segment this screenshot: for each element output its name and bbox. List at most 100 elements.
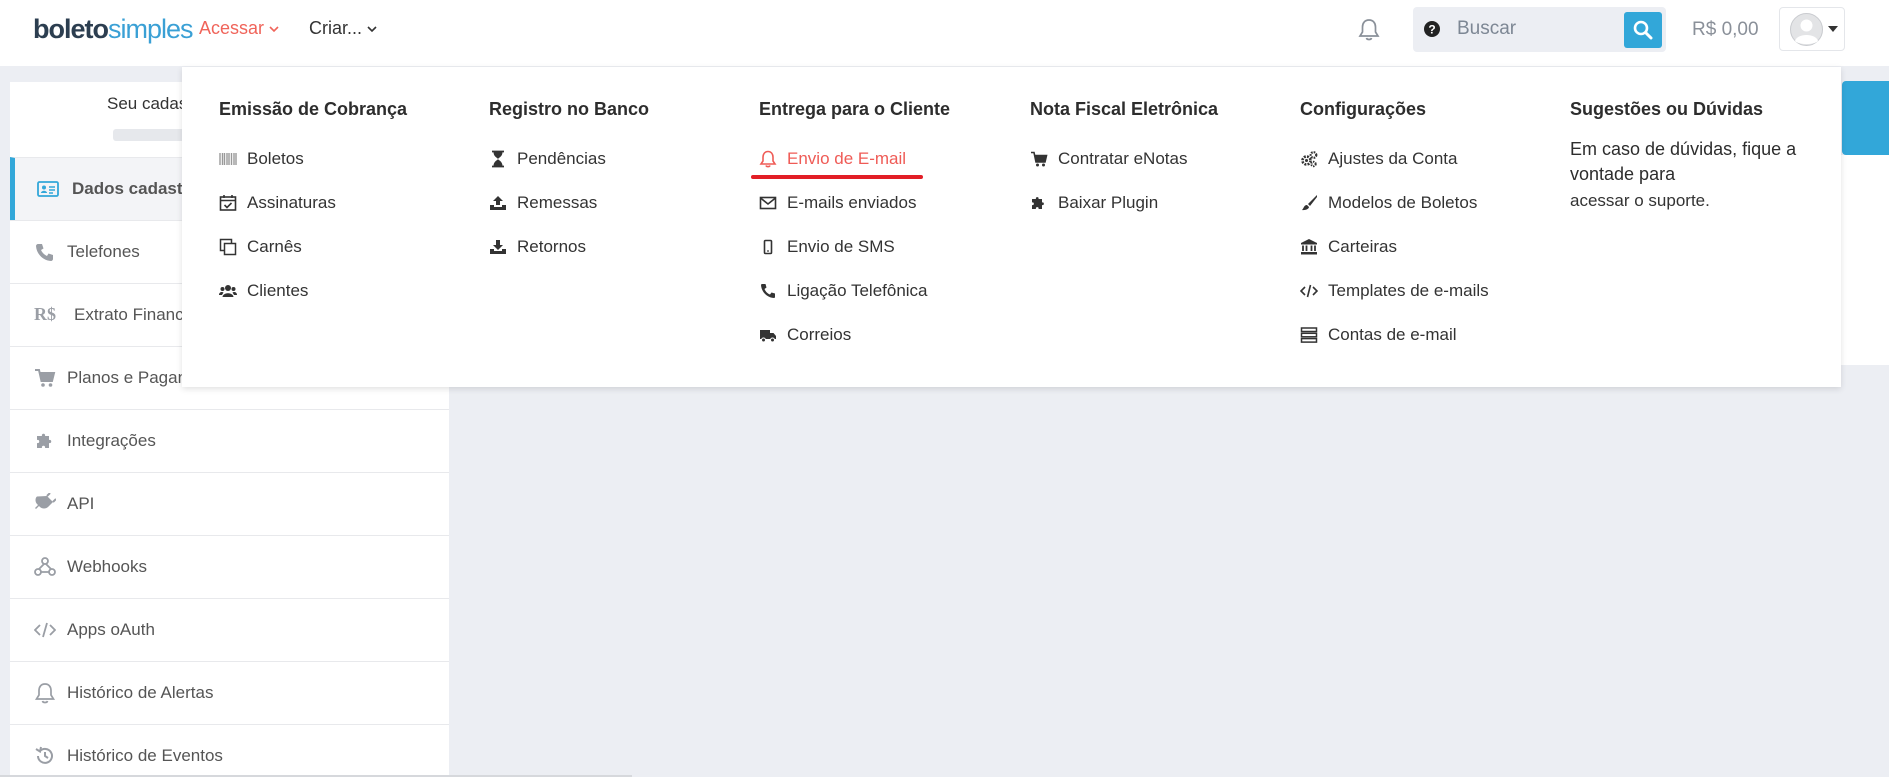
logo[interactable]: boletosimples	[33, 14, 194, 45]
bell-icon	[34, 683, 56, 704]
menu-column-title: Emissão de Cobrança	[219, 99, 408, 119]
right-panel	[1841, 155, 1889, 365]
mobile-icon	[763, 239, 773, 255]
sidebar-item-label: Telefones	[67, 242, 140, 261]
menu-item-ligacao-telefonica[interactable]: Ligação Telefônica	[759, 269, 1019, 313]
top-bar: boletosimples Acessar Criar... ? R$ 0,00	[0, 0, 1889, 67]
menu-item-label: Ajustes da Conta	[1328, 149, 1458, 168]
menu-item-remessas[interactable]: Remessas	[489, 181, 749, 225]
copy-icon	[219, 238, 237, 256]
phone-icon	[761, 284, 775, 298]
server-icon	[1300, 327, 1318, 343]
sidebar-item-label: API	[67, 494, 95, 513]
menu-item-baixar-plugin[interactable]: Baixar Plugin	[1030, 181, 1290, 225]
menu-item-label: Modelos de Boletos	[1328, 193, 1478, 212]
menu-column-configuracoes: Configurações Ajustes da Conta Modelos d…	[1300, 99, 1560, 357]
menu-item-templates-emails[interactable]: Templates de e-mails	[1300, 269, 1560, 313]
users-icon	[219, 285, 237, 297]
sidebar-item-apps-oauth[interactable]: Apps oAuth	[10, 598, 449, 661]
acessar-dropdown-menu: Emissão de Cobrança Boletos Assinaturas …	[182, 67, 1841, 387]
sidebar-item-historico-eventos[interactable]: Histórico de Eventos	[10, 724, 449, 777]
menu-item-label: Carnês	[247, 237, 302, 256]
user-menu[interactable]	[1779, 7, 1845, 51]
menu-item-label: Clientes	[247, 281, 309, 300]
profile-progress-bar	[113, 129, 193, 141]
menu-item-envio-sms[interactable]: Envio de SMS	[759, 225, 1019, 269]
sidebar-item-webhooks[interactable]: Webhooks	[10, 535, 449, 598]
menu-item-label: Baixar Plugin	[1058, 193, 1159, 212]
sidebar-item-label: Dados cadast	[72, 179, 183, 198]
chevron-down-icon	[367, 25, 377, 32]
criar-label: Criar...	[309, 18, 363, 38]
menu-item-retornos[interactable]: Retornos	[489, 225, 749, 269]
sidebar-item-label: Planos e Pagan	[67, 368, 188, 387]
sidebar-item-api[interactable]: API	[10, 472, 449, 535]
code-icon	[1300, 284, 1318, 298]
menu-item-boletos[interactable]: Boletos	[219, 137, 479, 181]
gears-icon	[1301, 151, 1318, 168]
barcode-icon	[219, 153, 237, 165]
acessar-menu[interactable]: Acessar	[199, 18, 279, 39]
sidebar-item-label: Extrato Financ	[74, 305, 184, 324]
menu-column-title: Nota Fiscal Eletrônica	[1030, 99, 1219, 119]
logo-bold: boleto	[33, 14, 109, 44]
menu-item-carteiras[interactable]: Carteiras	[1300, 225, 1560, 269]
notifications-bell-icon[interactable]	[1358, 18, 1380, 42]
puzzle-icon	[1032, 197, 1044, 209]
sidebar-item-integracoes[interactable]: Integrações	[10, 409, 449, 472]
menu-column-sugestoes: Sugestões ou Dúvidas Em caso de dúvidas,…	[1570, 99, 1820, 211]
menu-item-emails-enviados[interactable]: E-mails enviados	[759, 181, 1019, 225]
search-box: ?	[1413, 7, 1666, 52]
search-input[interactable]	[1457, 13, 1617, 45]
menu-item-contratar-enotas[interactable]: Contratar eNotas	[1030, 137, 1290, 181]
calendar-check-icon	[219, 195, 237, 211]
phone-icon	[36, 244, 53, 261]
history-icon	[35, 746, 53, 764]
help-text: Em caso de dúvidas, fique a vontade para	[1570, 139, 1797, 184]
side-action-button[interactable]	[1842, 81, 1889, 155]
cart-icon	[35, 369, 56, 387]
menu-item-label: Correios	[787, 325, 852, 344]
menu-item-label: E-mails enviados	[787, 193, 917, 212]
menu-item-label: Remessas	[517, 193, 598, 212]
menu-item-carnes[interactable]: Carnês	[219, 225, 479, 269]
menu-item-label: Assinaturas	[247, 193, 336, 212]
account-balance: R$ 0,00	[1692, 19, 1759, 40]
profile-status-text: Seu cadas	[107, 94, 188, 113]
bank-icon	[1301, 239, 1317, 255]
criar-menu[interactable]: Criar...	[309, 18, 377, 39]
sidebar-item-label: Histórico de Alertas	[67, 683, 214, 702]
sidebar-item-historico-alertas[interactable]: Histórico de Alertas	[10, 661, 449, 724]
menu-item-label: Carteiras	[1328, 237, 1397, 256]
menu-column-title: Configurações	[1300, 99, 1427, 119]
acessar-label: Acessar	[199, 18, 265, 38]
menu-item-envio-email[interactable]: Envio de E-mail	[751, 137, 1019, 181]
search-button[interactable]	[1624, 12, 1662, 48]
question-circle-icon[interactable]: ?	[1423, 20, 1441, 38]
menu-item-label: Boletos	[247, 149, 304, 168]
currency-icon: R$	[34, 304, 56, 324]
menu-item-label: Pendências	[517, 149, 606, 168]
truck-icon	[760, 330, 776, 343]
menu-item-label: Envio de E-mail	[787, 149, 907, 168]
support-link[interactable]: acessar o suporte	[1570, 191, 1705, 211]
hourglass-icon	[492, 150, 504, 168]
menu-item-correios[interactable]: Correios	[759, 313, 1019, 357]
brush-icon	[1302, 195, 1317, 211]
menu-column-emissao: Emissão de Cobrança Boletos Assinaturas …	[219, 99, 479, 313]
menu-item-label: Contas de e-mail	[1328, 325, 1457, 344]
sidebar-item-label: Apps oAuth	[67, 620, 155, 639]
search-icon	[1633, 20, 1653, 40]
menu-item-label: Templates de e-mails	[1328, 281, 1489, 300]
menu-item-pendencias[interactable]: Pendências	[489, 137, 749, 181]
menu-column-entrega: Entrega para o Cliente Envio de E-mail E…	[751, 99, 1019, 357]
menu-item-contas-email[interactable]: Contas de e-mail	[1300, 313, 1560, 357]
puzzle-icon	[37, 433, 52, 448]
menu-item-ajustes-conta[interactable]: Ajustes da Conta	[1300, 137, 1560, 181]
highlight-underline	[751, 175, 923, 179]
menu-item-clientes[interactable]: Clientes	[219, 269, 479, 313]
menu-item-modelos-boletos[interactable]: Modelos de Boletos	[1300, 181, 1560, 225]
avatar-icon	[1790, 13, 1823, 46]
cart-icon	[1031, 151, 1048, 167]
menu-item-assinaturas[interactable]: Assinaturas	[219, 181, 479, 225]
